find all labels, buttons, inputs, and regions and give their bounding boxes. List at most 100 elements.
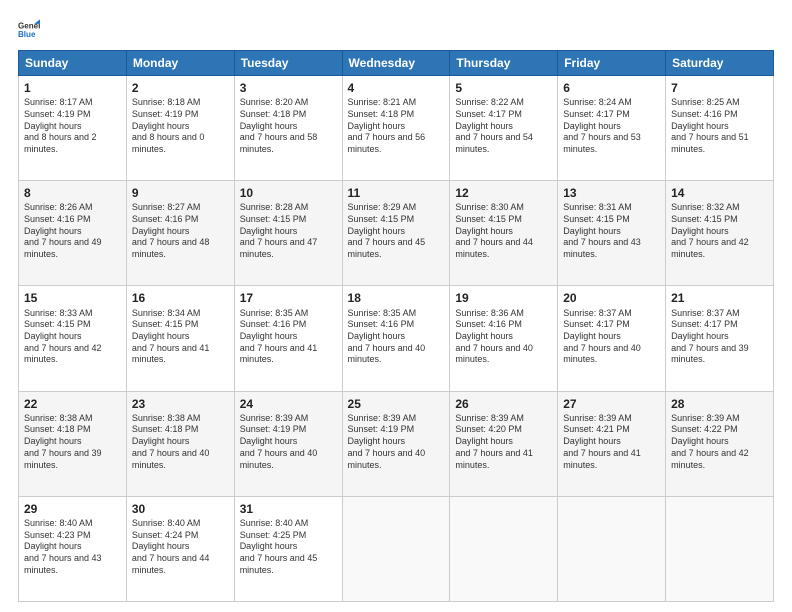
cell-content: Sunrise: 8:37 AMSunset: 4:17 PMDaylight … [671,308,768,366]
day-number: 19 [455,290,552,306]
logo: General Blue [18,18,40,40]
day-number: 23 [132,396,229,412]
calendar-cell: 18Sunrise: 8:35 AMSunset: 4:16 PMDayligh… [342,286,450,391]
calendar-cell: 3Sunrise: 8:20 AMSunset: 4:18 PMDaylight… [234,76,342,181]
day-number: 4 [348,80,445,96]
cell-content: Sunrise: 8:40 AMSunset: 4:23 PMDaylight … [24,518,121,576]
calendar-cell: 23Sunrise: 8:38 AMSunset: 4:18 PMDayligh… [126,391,234,496]
cell-content: Sunrise: 8:38 AMSunset: 4:18 PMDaylight … [24,413,121,471]
week-row-2: 8Sunrise: 8:26 AMSunset: 4:16 PMDaylight… [19,181,774,286]
weekday-header-row: SundayMondayTuesdayWednesdayThursdayFrid… [19,51,774,76]
day-number: 21 [671,290,768,306]
day-number: 29 [24,501,121,517]
cell-content: Sunrise: 8:18 AMSunset: 4:19 PMDaylight … [132,97,229,155]
calendar-cell: 7Sunrise: 8:25 AMSunset: 4:16 PMDaylight… [666,76,774,181]
calendar-cell: 1Sunrise: 8:17 AMSunset: 4:19 PMDaylight… [19,76,127,181]
cell-content: Sunrise: 8:22 AMSunset: 4:17 PMDaylight … [455,97,552,155]
day-number: 20 [563,290,660,306]
cell-content: Sunrise: 8:40 AMSunset: 4:24 PMDaylight … [132,518,229,576]
calendar-cell: 17 Sunrise: 8:35 AMSunset: 4:16 PMDayligh… [234,286,342,391]
cell-content: Sunrise: 8:39 AMSunset: 4:21 PMDaylight … [563,413,660,471]
cell-content: Sunrise: 8:38 AMSunset: 4:18 PMDaylight … [132,413,229,471]
calendar-cell: 5Sunrise: 8:22 AMSunset: 4:17 PMDaylight… [450,76,558,181]
day-number: 7 [671,80,768,96]
cell-content: Sunrise: 8:21 AMSunset: 4:18 PMDaylight … [348,97,445,155]
calendar-cell: 26Sunrise: 8:39 AMSunset: 4:20 PMDayligh… [450,391,558,496]
day-number: 5 [455,80,552,96]
week-row-1: 1Sunrise: 8:17 AMSunset: 4:19 PMDaylight… [19,76,774,181]
weekday-header-tuesday: Tuesday [234,51,342,76]
page: General Blue SundayMondayTuesdayWednesda… [0,0,792,612]
calendar-cell: 4Sunrise: 8:21 AMSunset: 4:18 PMDaylight… [342,76,450,181]
calendar-cell: 13Sunrise: 8:31 AMSunset: 4:15 PMDayligh… [558,181,666,286]
cell-content: Sunrise: 8:20 AMSunset: 4:18 PMDaylight … [240,97,337,155]
day-number: 10 [240,185,337,201]
calendar-cell: 11Sunrise: 8:29 AMSunset: 4:15 PMDayligh… [342,181,450,286]
day-number: 16 [132,290,229,306]
calendar-cell: 19 Sunrise: 8:36 AMSunset: 4:16 PMDayligh… [450,286,558,391]
calendar-cell: 9Sunrise: 8:27 AMSunset: 4:16 PMDaylight… [126,181,234,286]
calendar-cell: 27Sunrise: 8:39 AMSunset: 4:21 PMDayligh… [558,391,666,496]
cell-content: Sunrise: 8:32 AMSunset: 4:15 PMDaylight … [671,202,768,260]
cell-content: Sunrise: 8:39 AMSunset: 4:19 PMDaylight … [240,413,337,471]
day-number: 24 [240,396,337,412]
day-number: 15 [24,290,121,306]
day-number: 3 [240,80,337,96]
day-number: 2 [132,80,229,96]
calendar-cell: 10Sunrise: 8:28 AMSunset: 4:15 PMDayligh… [234,181,342,286]
day-number: 9 [132,185,229,201]
day-number: 11 [348,185,445,201]
day-number: 22 [24,396,121,412]
day-number: 28 [671,396,768,412]
calendar-cell: 14Sunrise: 8:32 AMSunset: 4:15 PMDayligh… [666,181,774,286]
weekday-header-saturday: Saturday [666,51,774,76]
cell-content: Sunrise: 8:28 AMSunset: 4:15 PMDaylight … [240,202,337,260]
cell-content: Sunrise: 8:27 AMSunset: 4:16 PMDaylight … [132,202,229,260]
calendar-cell: 2Sunrise: 8:18 AMSunset: 4:19 PMDaylight… [126,76,234,181]
calendar-table: SundayMondayTuesdayWednesdayThursdayFrid… [18,50,774,602]
cell-content: Sunrise: 8:37 AMSunset: 4:17 PMDaylight … [563,308,660,366]
cell-content: Sunrise: 8:39 AMSunset: 4:22 PMDaylight … [671,413,768,471]
cell-content: Sunrise: 8:24 AMSunset: 4:17 PMDaylight … [563,97,660,155]
weekday-header-thursday: Thursday [450,51,558,76]
day-number: 14 [671,185,768,201]
calendar-cell: 20 Sunrise: 8:37 AMSunset: 4:17 PMDayligh… [558,286,666,391]
cell-content: Sunrise: 8:36 AMSunset: 4:16 PMDaylight … [455,308,552,366]
calendar-cell: 24Sunrise: 8:39 AMSunset: 4:19 PMDayligh… [234,391,342,496]
calendar-cell [342,496,450,601]
day-number: 18 [348,290,445,306]
calendar-cell: 6Sunrise: 8:24 AMSunset: 4:17 PMDaylight… [558,76,666,181]
weekday-header-monday: Monday [126,51,234,76]
cell-content: Sunrise: 8:33 AMSunset: 4:15 PMDaylight … [24,308,121,366]
calendar-cell: 31Sunrise: 8:40 AMSunset: 4:25 PMDayligh… [234,496,342,601]
day-number: 17 [240,290,337,306]
calendar-cell: 29Sunrise: 8:40 AMSunset: 4:23 PMDayligh… [19,496,127,601]
calendar-cell: 21 Sunrise: 8:37 AMSunset: 4:17 PMDayligh… [666,286,774,391]
week-row-4: 22Sunrise: 8:38 AMSunset: 4:18 PMDayligh… [19,391,774,496]
day-number: 8 [24,185,121,201]
svg-text:Blue: Blue [18,30,36,39]
cell-content: Sunrise: 8:31 AMSunset: 4:15 PMDaylight … [563,202,660,260]
calendar-cell: 28Sunrise: 8:39 AMSunset: 4:22 PMDayligh… [666,391,774,496]
cell-content: Sunrise: 8:30 AMSunset: 4:15 PMDaylight … [455,202,552,260]
week-row-5: 29Sunrise: 8:40 AMSunset: 4:23 PMDayligh… [19,496,774,601]
calendar-cell [450,496,558,601]
weekday-header-sunday: Sunday [19,51,127,76]
cell-content: Sunrise: 8:17 AMSunset: 4:19 PMDaylight … [24,97,121,155]
calendar-cell: 25Sunrise: 8:39 AMSunset: 4:19 PMDayligh… [342,391,450,496]
cell-content: Sunrise: 8:39 AMSunset: 4:20 PMDaylight … [455,413,552,471]
day-number: 26 [455,396,552,412]
calendar-cell: 15 Sunrise: 8:33 AMSunset: 4:15 PMDayligh… [19,286,127,391]
cell-content: Sunrise: 8:40 AMSunset: 4:25 PMDaylight … [240,518,337,576]
day-number: 31 [240,501,337,517]
cell-content: Sunrise: 8:35 AMSunset: 4:16 PMDaylight … [240,308,337,366]
calendar-cell: 16Sunrise: 8:34 AMSunset: 4:15 PMDayligh… [126,286,234,391]
calendar-cell [558,496,666,601]
cell-content: Sunrise: 8:29 AMSunset: 4:15 PMDaylight … [348,202,445,260]
cell-content: Sunrise: 8:25 AMSunset: 4:16 PMDaylight … [671,97,768,155]
header: General Blue [18,18,774,40]
calendar-cell: 8Sunrise: 8:26 AMSunset: 4:16 PMDaylight… [19,181,127,286]
weekday-header-friday: Friday [558,51,666,76]
cell-content: Sunrise: 8:39 AMSunset: 4:19 PMDaylight … [348,413,445,471]
weekday-header-wednesday: Wednesday [342,51,450,76]
